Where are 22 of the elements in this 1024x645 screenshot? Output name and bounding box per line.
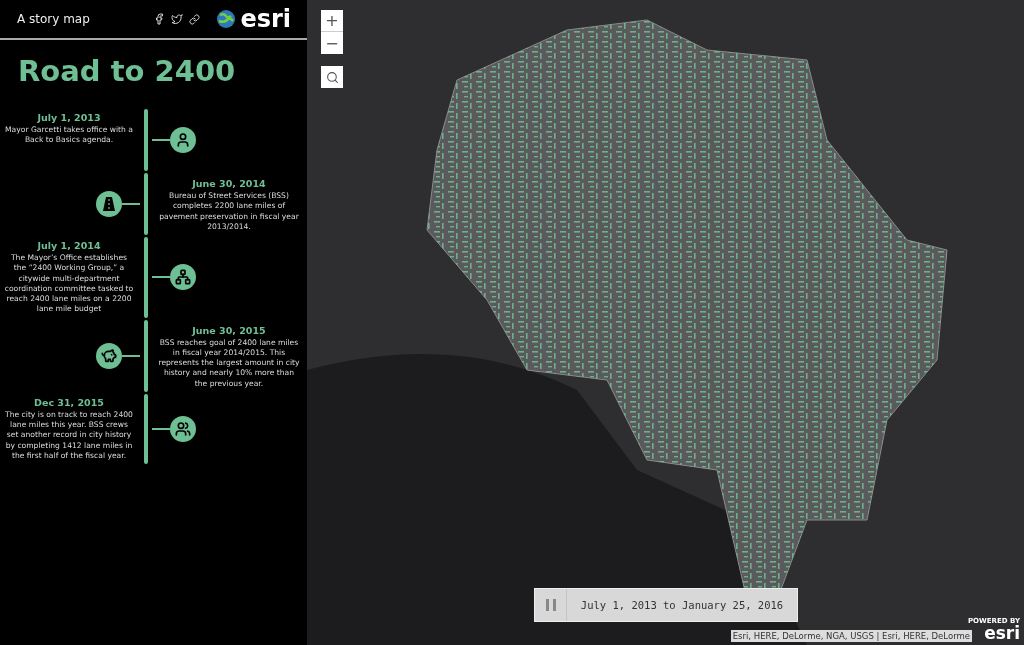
twitter-icon[interactable] <box>171 13 184 25</box>
globe-icon <box>216 9 237 29</box>
pause-icon <box>544 598 557 612</box>
link-icon[interactable] <box>189 13 201 25</box>
event-date: July 1, 2014 <box>37 240 101 251</box>
event-date: Dec 31, 2015 <box>34 396 104 408</box>
search-icon <box>325 70 339 84</box>
powered-by-logo: esri <box>984 625 1020 642</box>
people-icon <box>175 420 191 437</box>
event-date: July 1, 2013 <box>37 112 101 123</box>
map-attribution: Esri, HERE, DeLorme, NGA, USGS | Esri, HERE, DeLorme <box>730 630 972 642</box>
event-date: June 30, 2015 <box>192 324 266 336</box>
road-icon <box>101 196 117 212</box>
logo-text: esri <box>240 7 291 31</box>
story-title: Road to 2400 <box>18 54 237 88</box>
piggy-bank-icon <box>101 347 117 364</box>
person-icon <box>175 132 191 148</box>
story-map-tagline: A story map <box>17 12 91 26</box>
search-button[interactable] <box>321 66 343 88</box>
time-range-label: July 1, 2013 to January 25, 2016 <box>579 598 785 613</box>
event-date: June 30, 2014 <box>192 178 266 189</box>
network-icon <box>175 269 191 286</box>
